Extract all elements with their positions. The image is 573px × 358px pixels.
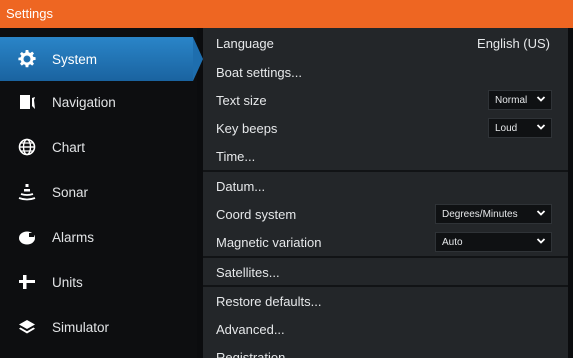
boat-settings-row[interactable]: Boat settings... (203, 58, 568, 87)
sidebar-item-system[interactable]: System (0, 37, 203, 81)
globe-icon (16, 136, 38, 158)
chevron-down-icon (536, 124, 546, 130)
coord-system-value: Degrees/Minutes (442, 208, 518, 220)
restore-defaults-row[interactable]: Restore defaults... (203, 287, 568, 316)
sidebar-item-alarms[interactable]: Alarms (0, 215, 193, 259)
alarm-icon (16, 226, 38, 248)
key-beeps-value: Loud (495, 122, 518, 134)
boat-settings-label: Boat settings... (216, 65, 302, 80)
time-label: Time... (216, 149, 256, 164)
units-icon (16, 271, 38, 293)
registration-label: Registration... (216, 350, 297, 358)
satellites-label: Satellites... (216, 265, 280, 280)
gear-icon (16, 48, 38, 70)
chevron-down-icon (536, 238, 546, 244)
navigation-icon (16, 91, 38, 113)
datum-row[interactable]: Datum... (203, 172, 568, 201)
sidebar-item-chart[interactable]: Chart (0, 125, 193, 169)
restore-defaults-label: Restore defaults... (216, 294, 322, 309)
advanced-label: Advanced... (216, 322, 285, 337)
text-size-value: Normal (495, 94, 528, 106)
sidebar-item-label: Units (52, 274, 83, 290)
sidebar-item-simulator[interactable]: Simulator (0, 305, 193, 349)
datum-label: Datum... (216, 179, 266, 194)
settings-sidebar: System Navigation Chart Sonar Alarms Uni… (0, 28, 203, 358)
key-beeps-dropdown[interactable]: Loud (488, 118, 552, 138)
time-row[interactable]: Time... (203, 142, 568, 171)
sidebar-item-label: Navigation (52, 94, 116, 110)
sidebar-item-label: Simulator (52, 319, 110, 335)
magnetic-variation-dropdown[interactable]: Auto (435, 232, 552, 252)
magnetic-variation-value: Auto (442, 236, 463, 248)
sonar-icon (16, 181, 38, 203)
chevron-down-icon (536, 210, 546, 216)
sidebar-item-navigation[interactable]: Navigation (0, 80, 193, 124)
scrollbar[interactable] (568, 28, 573, 358)
coord-system-dropdown[interactable]: Degrees/Minutes (435, 204, 552, 224)
sidebar-item-label: Sonar (52, 184, 89, 200)
sidebar-item-label: Chart (52, 139, 86, 155)
registration-row[interactable]: Registration... (203, 343, 568, 358)
language-value: English (US) (477, 36, 550, 51)
sidebar-item-label: Alarms (52, 229, 95, 245)
sidebar-item-sonar[interactable]: Sonar (0, 170, 193, 214)
sidebar-item-label: System (52, 51, 98, 67)
chevron-down-icon (536, 96, 546, 102)
layers-icon (16, 316, 38, 338)
settings-panel: Language English (US) Boat settings... T… (203, 28, 568, 358)
advanced-row[interactable]: Advanced... (203, 315, 568, 344)
language-row[interactable]: Language English (US) (203, 29, 568, 58)
text-size-dropdown[interactable]: Normal (488, 90, 552, 110)
window-title: Settings (0, 0, 573, 28)
satellites-row[interactable]: Satellites... (203, 258, 568, 287)
sidebar-item-units[interactable]: Units (0, 260, 193, 304)
